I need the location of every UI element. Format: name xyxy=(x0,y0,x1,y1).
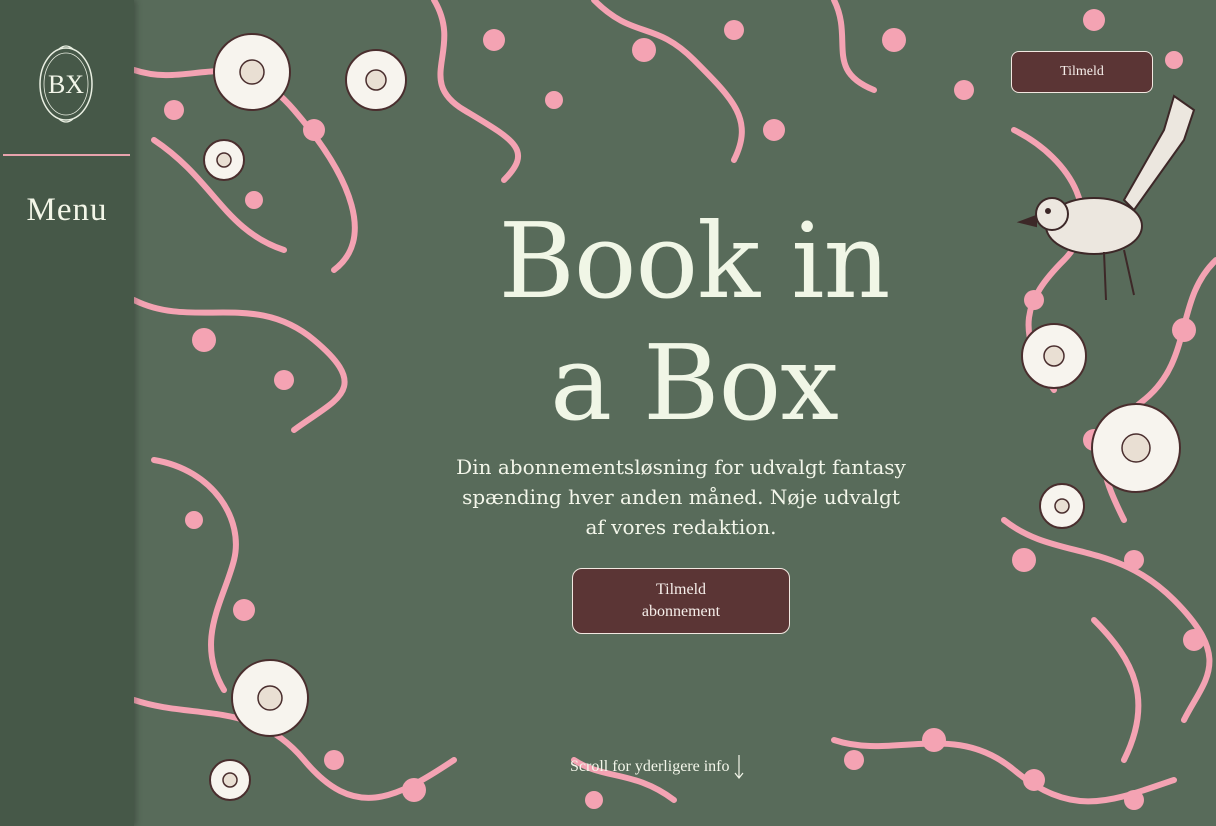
arrow-down-icon xyxy=(734,755,743,779)
subscribe-cta-button[interactable]: Tilmeld abonnement xyxy=(572,568,790,634)
scroll-hint-label: Scroll for yderligere info xyxy=(570,758,730,775)
hero-section: Tilmeld Book in a Box Din abonnementsløs… xyxy=(134,0,1216,826)
subscribe-button[interactable]: Tilmeld xyxy=(1011,51,1153,93)
sidebar: BX Menu xyxy=(0,0,134,826)
logo-monogram: BX xyxy=(48,70,84,99)
bird-illustration xyxy=(1016,94,1196,301)
brand-logo[interactable]: BX xyxy=(37,43,95,125)
sidebar-divider xyxy=(3,154,130,156)
hero-tagline: Din abonnementsløsning for udvalgt fanta… xyxy=(456,455,906,539)
hero-title: Book in a Box xyxy=(474,200,914,444)
menu-button[interactable]: Menu xyxy=(0,192,134,229)
hero-title-line1: Book in xyxy=(498,200,891,322)
subscribe-cta-label: Tilmeld abonnement xyxy=(641,581,721,620)
hero-title-line2: a Box xyxy=(550,322,839,444)
logo-frame-icon: BX xyxy=(39,45,93,123)
scroll-hint[interactable]: Scroll for yderligere info xyxy=(570,754,744,780)
